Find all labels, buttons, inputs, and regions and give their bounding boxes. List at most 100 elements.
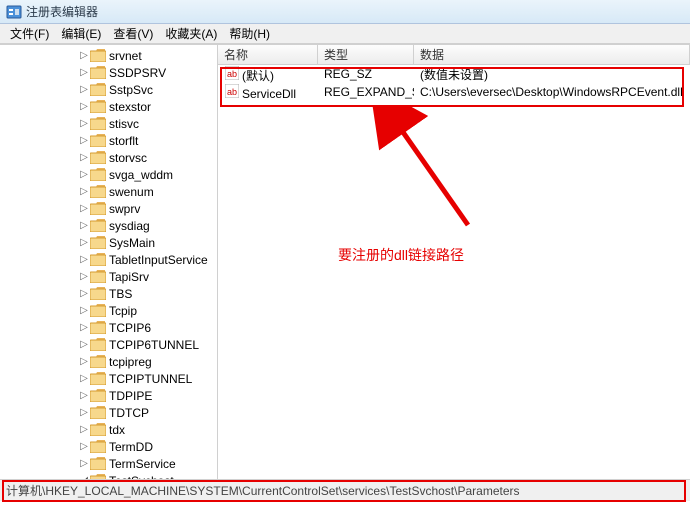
tree-label[interactable]: SysMain [106,236,155,250]
col-header-name[interactable]: 名称 [218,45,318,64]
tree-label[interactable]: tcpipreg [106,355,152,369]
tree-expander-open-icon[interactable]: ◢ [78,475,90,479]
tree-label[interactable]: TCPIP6TUNNEL [106,338,199,352]
tree-label[interactable]: tdx [106,423,125,437]
tree-expander-icon[interactable]: ▷ [78,373,90,384]
tree-expander-icon[interactable]: ▷ [78,254,90,265]
tree-label[interactable]: TapiSrv [106,270,149,284]
tree-node-stisvc[interactable]: ▷ stisvc [0,115,217,132]
tree-node-tabletinputservice[interactable]: ▷ TabletInputService [0,251,217,268]
tree-label[interactable]: TDPIPE [106,389,152,403]
tree-expander-icon[interactable]: ▷ [78,407,90,418]
tree-expander-icon[interactable]: ▷ [78,288,90,299]
tree-pane[interactable]: ▷srvnet▷SSDPSRV▷SstpSvc▷stexstor▷stisvc▷… [0,45,218,479]
tree-node-tapisrv[interactable]: ▷ TapiSrv [0,268,217,285]
tree-node-tdx[interactable]: ▷ tdx [0,421,217,438]
tree-expander-icon[interactable]: ▷ [78,203,90,214]
tree-expander-icon[interactable]: ▷ [78,67,90,78]
tree-node-stexstor[interactable]: ▷ stexstor [0,98,217,115]
tree-node-tcpip6[interactable]: ▷ TCPIP6 [0,319,217,336]
tree-node-svga_wddm[interactable]: ▷ svga_wddm [0,166,217,183]
tree-label[interactable]: TermService [106,457,176,471]
list-pane[interactable]: 名称 类型 数据 ab(默认)REG_SZ(数值未设置)abServiceDll… [218,45,690,479]
tree-label[interactable]: TestSvchost [106,474,174,480]
tree-label[interactable]: swenum [106,185,154,199]
list-row[interactable]: ab(默认)REG_SZ(数值未设置) [218,65,690,83]
menu-file[interactable]: 文件(F) [4,25,55,42]
tree-expander-icon[interactable]: ▷ [78,152,90,163]
tree-expander-icon[interactable]: ▷ [78,322,90,333]
string-value-icon: ab [224,83,240,99]
tree-expander-icon[interactable]: ▷ [78,271,90,282]
tree-node-tcpipreg[interactable]: ▷ tcpipreg [0,353,217,370]
tree-label[interactable]: stisvc [106,117,139,131]
tree-expander-icon[interactable]: ▷ [78,441,90,452]
tree-node-termdd[interactable]: ▷ TermDD [0,438,217,455]
tree-label[interactable]: svga_wddm [106,168,173,182]
tree-expander-icon[interactable]: ▷ [78,84,90,95]
tree-node-storflt[interactable]: ▷ storflt [0,132,217,149]
tree-label[interactable]: TBS [106,287,132,301]
tree-node-ssdpsrv[interactable]: ▷ SSDPSRV [0,64,217,81]
col-header-type[interactable]: 类型 [318,45,414,64]
tree-node-tcpip[interactable]: ▷ Tcpip [0,302,217,319]
status-path: 计算机\HKEY_LOCAL_MACHINE\SYSTEM\CurrentCon… [6,482,520,499]
tree-expander-icon[interactable]: ▷ [78,390,90,401]
title-bar: 注册表编辑器 [0,0,690,24]
tree-label[interactable]: TCPIP6 [106,321,151,335]
tree-label[interactable]: swprv [106,202,140,216]
tree-node-sysdiag[interactable]: ▷ sysdiag [0,217,217,234]
folder-icon [90,304,106,318]
tree-label[interactable]: TabletInputService [106,253,208,267]
tree-expander-icon[interactable]: ▷ [78,424,90,435]
tree-node-sstpsvc[interactable]: ▷ SstpSvc [0,81,217,98]
tree-label[interactable]: SstpSvc [106,83,153,97]
tree-expander-icon[interactable]: ▷ [78,237,90,248]
tree-expander-icon[interactable]: ▷ [78,135,90,146]
tree-expander-icon[interactable]: ▷ [78,220,90,231]
cell-type: REG_EXPAND_SZ [318,85,414,99]
tree-node-testsvchost[interactable]: ◢ TestSvchost [0,472,217,479]
tree-label[interactable]: sysdiag [106,219,150,233]
tree-label[interactable]: TermDD [106,440,153,454]
tree-node-tcpip6tunnel[interactable]: ▷ TCPIP6TUNNEL [0,336,217,353]
tree-label[interactable]: Tcpip [106,304,137,318]
tree-expander-icon[interactable]: ▷ [78,50,90,61]
tree-expander-icon[interactable]: ▷ [78,305,90,316]
tree-node-sysmain[interactable]: ▷ SysMain [0,234,217,251]
cell-name[interactable]: abServiceDll [218,83,318,101]
cell-name[interactable]: ab(默认) [218,65,318,84]
tree-label[interactable]: storvsc [106,151,147,165]
tree-expander-icon[interactable]: ▷ [78,169,90,180]
tree-node-srvnet[interactable]: ▷ srvnet [0,47,217,64]
col-header-data[interactable]: 数据 [414,45,690,64]
tree-label[interactable]: TCPIPTUNNEL [106,372,192,386]
tree-expander-icon[interactable]: ▷ [78,339,90,350]
menu-edit[interactable]: 编辑(E) [55,25,107,42]
tree-expander-icon[interactable]: ▷ [78,356,90,367]
tree-node-tbs[interactable]: ▷ TBS [0,285,217,302]
tree-expander-icon[interactable]: ▷ [78,458,90,469]
tree-label[interactable]: srvnet [106,49,142,63]
menu-favorites[interactable]: 收藏夹(A) [159,25,223,42]
annotation-arrow-icon [368,105,498,245]
annotation-dll-path-label: 要注册的dll链接路径 [338,245,464,265]
menu-help[interactable]: 帮助(H) [223,25,276,42]
tree-node-swenum[interactable]: ▷ swenum [0,183,217,200]
tree-expander-icon[interactable]: ▷ [78,118,90,129]
tree-node-tdpipe[interactable]: ▷ TDPIPE [0,387,217,404]
tree-label[interactable]: stexstor [106,100,151,114]
tree-node-storvsc[interactable]: ▷ storvsc [0,149,217,166]
folder-icon [90,117,106,131]
list-row[interactable]: abServiceDllREG_EXPAND_SZC:\Users\everse… [218,83,690,101]
tree-node-termservice[interactable]: ▷ TermService [0,455,217,472]
tree-node-tdtcp[interactable]: ▷ TDTCP [0,404,217,421]
tree-label[interactable]: TDTCP [106,406,149,420]
tree-expander-icon[interactable]: ▷ [78,101,90,112]
tree-label[interactable]: SSDPSRV [106,66,166,80]
tree-node-swprv[interactable]: ▷ swprv [0,200,217,217]
tree-node-tcpiptunnel[interactable]: ▷ TCPIPTUNNEL [0,370,217,387]
menu-view[interactable]: 查看(V) [107,25,159,42]
tree-expander-icon[interactable]: ▷ [78,186,90,197]
tree-label[interactable]: storflt [106,134,138,148]
